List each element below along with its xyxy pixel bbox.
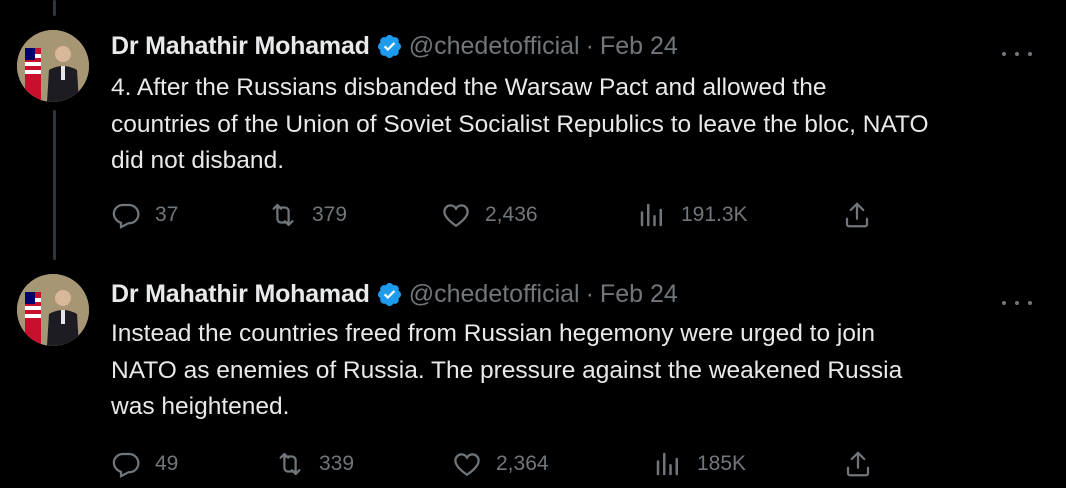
tweet-text: 4. After the Russians disbanded the Wars… [111,70,1051,180]
tweet-date[interactable]: Feb 24 [600,280,678,309]
views-icon [640,203,662,227]
tweet-actions: 49 339 2,364 185K [0,447,1066,481]
like-button[interactable]: 2,436 [441,198,538,232]
verified-badge-icon [377,282,401,306]
like-icon [443,204,469,228]
tweet-text-line: Instead the countries freed from Russian… [111,320,876,347]
views-count: 191.3K [681,203,748,226]
avatar[interactable] [17,274,89,346]
retweet-icon [279,452,301,476]
author-handle[interactable]: @chedetofficial [409,280,580,309]
retweet-count: 379 [312,203,348,226]
author-name[interactable]: Dr Mahathir Mohamad [111,280,370,309]
share-icon [846,451,870,477]
reply-icon [112,203,140,229]
retweet-icon [272,203,294,227]
verified-badge-icon [377,34,401,58]
reply-count: 37 [155,203,179,226]
separator-dot: · [585,279,594,308]
share-icon [845,202,869,228]
avatar[interactable] [17,30,89,102]
tweet[interactable]: Dr Mahathir Mohamad @chedetofficial · Fe… [0,250,1066,488]
tweet-text-line: did not disband. [111,147,284,174]
views-button[interactable]: 185K [653,447,746,481]
separator-dot: · [585,31,594,60]
reply-icon [112,452,140,478]
views-count: 185K [697,452,747,475]
more-icon[interactable] [1002,44,1032,64]
author-handle[interactable]: @chedetofficial [409,32,580,61]
tweet-text-line: countries of the Union of Soviet Sociali… [111,110,929,138]
author-name[interactable]: Dr Mahathir Mohamad [111,32,370,61]
retweet-button[interactable]: 339 [275,447,354,481]
retweet-count: 339 [319,452,355,475]
like-button[interactable]: 2,364 [452,447,549,481]
views-button[interactable]: 191.3K [637,198,748,232]
share-button[interactable] [842,198,886,232]
reply-button[interactable]: 49 [111,447,178,481]
reply-button[interactable]: 37 [111,198,178,232]
like-count: 2,364 [496,452,549,475]
tweet-text: Instead the countries freed from Russian… [111,316,1051,426]
views-icon [656,452,678,476]
tweet-text-line: 4. After the Russians disbanded the Wars… [111,74,827,101]
reply-count: 49 [155,452,179,475]
tweet[interactable]: Dr Mahathir Mohamad @chedetofficial · Fe… [0,0,1066,250]
share-button[interactable] [843,447,887,481]
like-count: 2,436 [485,203,538,226]
tweet-date[interactable]: Feb 24 [600,32,678,61]
tweet-actions: 37 379 2,436 191.3K [0,198,1066,232]
tweet-text-line: NATO as enemies of Russia. The pressure … [111,356,903,384]
like-icon [454,453,480,477]
retweet-button[interactable]: 379 [268,198,347,232]
tweet-text-line: was heightened. [111,393,290,420]
more-icon[interactable] [1002,293,1032,313]
